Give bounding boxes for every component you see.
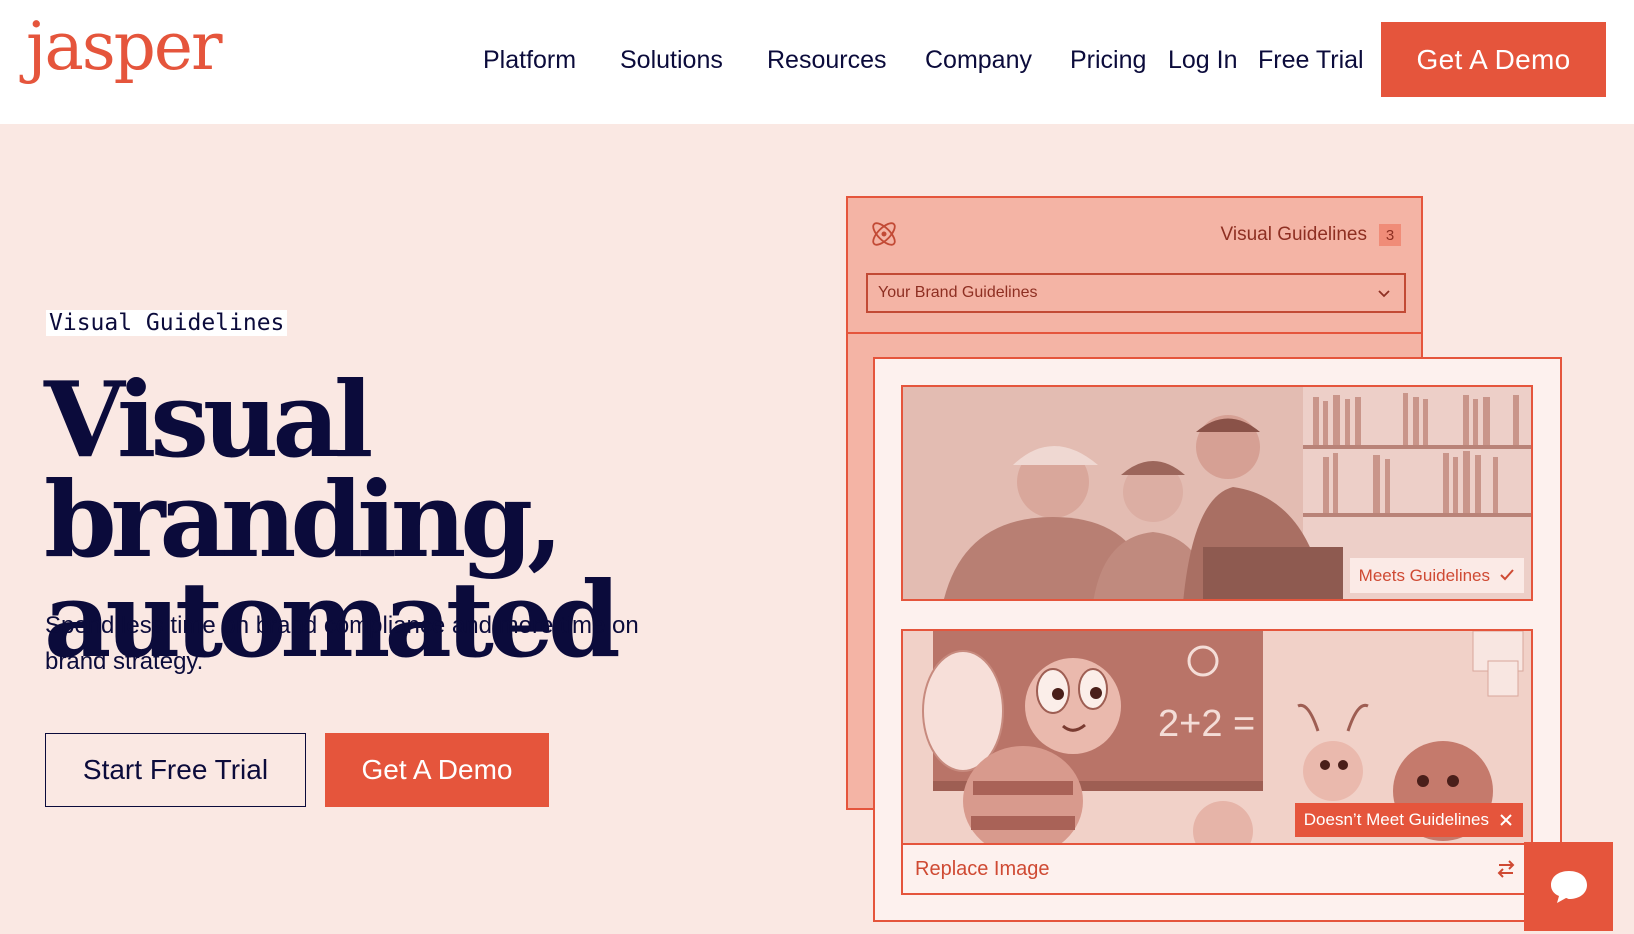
- nav-pricing[interactable]: Pricing: [1070, 40, 1146, 80]
- nav-free-trial[interactable]: Free Trial: [1258, 40, 1364, 80]
- doesnt-meet-guidelines-label: Doesn’t Meet Guidelines: [1303, 810, 1489, 829]
- bee-illustration-image: 2+2 = Doesn’t Meet Guidelines: [901, 629, 1533, 845]
- hero-eyebrow: Visual Guidelines: [46, 310, 288, 336]
- replace-image-button[interactable]: Replace Image: [901, 843, 1533, 895]
- header-get-demo-button[interactable]: Get A Demo: [1381, 22, 1606, 97]
- meets-guidelines-badge: Meets Guidelines: [1349, 558, 1524, 593]
- meets-guidelines-label: Meets Guidelines: [1358, 565, 1490, 585]
- guidelines-panel-header: Visual Guidelines 3 Your Brand Guideline…: [848, 198, 1421, 334]
- hero-get-demo-button[interactable]: Get A Demo: [325, 733, 549, 807]
- swap-arrows-icon: [1497, 860, 1515, 878]
- team-photo-image: Meets Guidelines: [901, 385, 1533, 601]
- nav-solutions[interactable]: Solutions: [620, 40, 723, 80]
- panel-title: Visual Guidelines: [1220, 224, 1367, 245]
- chat-button[interactable]: [1524, 842, 1613, 931]
- nav-log-in[interactable]: Log In: [1168, 40, 1238, 80]
- site-header: jasper Platform Solutions Resources Comp…: [0, 0, 1634, 124]
- replace-image-label: Replace Image: [915, 857, 1050, 880]
- headline-line-1: Visual branding,: [44, 358, 563, 581]
- check-icon: [1500, 569, 1514, 581]
- chat-bubble-icon: [1550, 870, 1587, 903]
- doesnt-meet-guidelines-badge: Doesn’t Meet Guidelines: [1294, 803, 1523, 837]
- panel-count-badge: 3: [1379, 224, 1401, 246]
- close-icon[interactable]: [1498, 812, 1514, 828]
- start-free-trial-button[interactable]: Start Free Trial: [45, 733, 306, 807]
- jasper-logo[interactable]: jasper: [26, 14, 223, 80]
- image-review-panel: Meets Guidelines 2+2 = Doesn’t Meet Guid…: [873, 357, 1562, 922]
- chevron-down-icon: [1378, 290, 1390, 298]
- hero-subtext: Spend less time on brand compliance and …: [45, 612, 639, 675]
- nav-company[interactable]: Company: [925, 40, 1032, 80]
- nav-resources[interactable]: Resources: [767, 40, 887, 80]
- atom-icon: [872, 222, 896, 246]
- brand-guidelines-select[interactable]: Your Brand Guidelines: [866, 273, 1406, 313]
- select-value: Your Brand Guidelines: [878, 284, 1038, 301]
- nav-platform[interactable]: Platform: [483, 40, 576, 80]
- chalkboard-text: 2+2 =: [1158, 703, 1255, 745]
